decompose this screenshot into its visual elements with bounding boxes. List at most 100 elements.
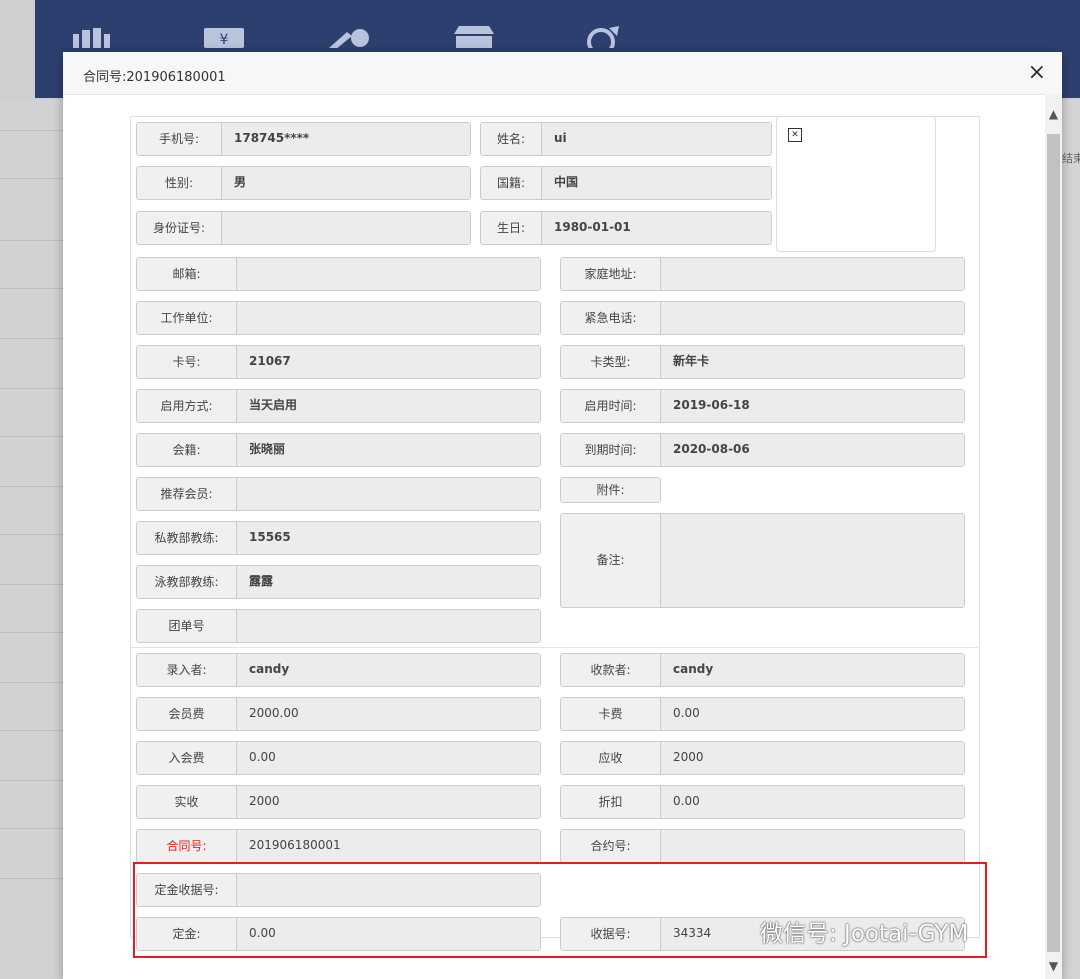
discount-field: 折扣 0.00: [560, 785, 965, 819]
referrer-field: 推荐会员:: [136, 477, 541, 511]
emergency-phone-label: 紧急电话:: [561, 302, 661, 334]
phone-field: 手机号: 178745****: [136, 122, 471, 156]
emergency-phone-field: 紧急电话:: [560, 301, 965, 335]
card-fee-value[interactable]: 0.00: [661, 698, 964, 730]
card-type-label: 卡类型:: [561, 346, 661, 378]
name-label: 姓名:: [481, 123, 542, 155]
nationality-label: 国籍:: [481, 167, 542, 199]
card-no-value[interactable]: 21067: [237, 346, 540, 378]
expiry-field: 到期时间: 2020-08-06: [560, 433, 965, 467]
swim-coach-field: 泳教部教练: 露露: [136, 565, 541, 599]
receivable-value[interactable]: 2000: [661, 742, 964, 774]
scrollbar-thumb[interactable]: [1047, 134, 1060, 952]
name-value[interactable]: ui: [542, 123, 771, 155]
group-no-value[interactable]: [237, 610, 540, 642]
member-fee-value[interactable]: 2000.00: [237, 698, 540, 730]
pt-coach-field: 私教部教练: 15565: [136, 521, 541, 555]
gender-value[interactable]: 男: [222, 167, 470, 199]
agreement-no-value[interactable]: [661, 830, 964, 862]
notes-value[interactable]: [661, 514, 964, 607]
received-field: 实收 2000: [136, 785, 541, 819]
entered-by-value[interactable]: candy: [237, 654, 540, 686]
contract-modal: 合同号:201906180001 × ▲ ▼ ✕ 手机号: 178745****…: [63, 52, 1062, 979]
birthday-field: 生日: 1980-01-01: [480, 211, 772, 245]
membership-value[interactable]: 张晓丽: [237, 434, 540, 466]
birthday-value[interactable]: 1980-01-01: [542, 212, 771, 244]
notes-label: 备注:: [561, 514, 661, 607]
member-photo[interactable]: ✕: [776, 116, 936, 252]
collector-value[interactable]: candy: [661, 654, 964, 686]
phone-value[interactable]: 178745****: [222, 123, 470, 155]
activation-date-field: 启用时间: 2019-06-18: [560, 389, 965, 423]
id-number-field: 身份证号:: [136, 211, 471, 245]
contract-no-label: 合同号:: [137, 830, 237, 862]
membership-field: 会籍: 张晓丽: [136, 433, 541, 467]
background-text: 结束: [1062, 152, 1080, 165]
card-no-field: 卡号: 21067: [136, 345, 541, 379]
email-label: 邮箱:: [137, 258, 237, 290]
collector-label: 收款者:: [561, 654, 661, 686]
modal-title: 合同号:201906180001: [83, 70, 226, 85]
books-icon[interactable]: [73, 24, 119, 48]
receivable-label: 应收: [561, 742, 661, 774]
card-type-value[interactable]: 新年卡: [661, 346, 964, 378]
scroll-up-icon[interactable]: ▲: [1045, 106, 1062, 123]
join-fee-field: 入会费 0.00: [136, 741, 541, 775]
received-label: 实收: [137, 786, 237, 818]
phone-label: 手机号:: [137, 123, 222, 155]
email-value[interactable]: [237, 258, 540, 290]
card-fee-field: 卡费 0.00: [560, 697, 965, 731]
employer-label: 工作单位:: [137, 302, 237, 334]
swim-coach-value[interactable]: 露露: [237, 566, 540, 598]
received-value[interactable]: 2000: [237, 786, 540, 818]
store-icon[interactable]: [451, 24, 497, 48]
pt-coach-value[interactable]: 15565: [237, 522, 540, 554]
discount-value[interactable]: 0.00: [661, 786, 964, 818]
close-icon[interactable]: ×: [1028, 61, 1046, 85]
address-value[interactable]: [661, 258, 964, 290]
agreement-no-field: 合约号:: [560, 829, 965, 863]
id-number-label: 身份证号:: [137, 212, 222, 244]
broken-image-icon: ✕: [788, 128, 802, 142]
gender-label: 性别:: [137, 167, 222, 199]
expiry-value[interactable]: 2020-08-06: [661, 434, 964, 466]
wrench-icon[interactable]: [579, 24, 625, 48]
activation-date-label: 启用时间:: [561, 390, 661, 422]
birthday-label: 生日:: [481, 212, 542, 244]
scroll-down-icon[interactable]: ▼: [1045, 958, 1062, 975]
activation-date-value[interactable]: 2019-06-18: [661, 390, 964, 422]
background-list: [0, 100, 64, 979]
receivable-field: 应收 2000: [560, 741, 965, 775]
gender-field: 性别: 男: [136, 166, 471, 200]
swim-coach-label: 泳教部教练:: [137, 566, 237, 598]
background-right-panel: 结束: [1062, 100, 1080, 979]
money-icon[interactable]: ¥: [202, 24, 248, 48]
attachment-field: 附件:: [560, 477, 661, 503]
member-fee-field: 会员费 2000.00: [136, 697, 541, 731]
expiry-label: 到期时间:: [561, 434, 661, 466]
emergency-phone-value[interactable]: [661, 302, 964, 334]
referrer-value[interactable]: [237, 478, 540, 510]
nationality-value[interactable]: 中国: [542, 167, 771, 199]
entered-by-label: 录入者:: [137, 654, 237, 686]
name-field: 姓名: ui: [480, 122, 772, 156]
id-number-value[interactable]: [222, 212, 470, 244]
pen-icon[interactable]: [327, 24, 373, 48]
contract-no-value[interactable]: 201906180001: [237, 830, 540, 862]
employer-value[interactable]: [237, 302, 540, 334]
activation-value[interactable]: 当天启用: [237, 390, 540, 422]
discount-label: 折扣: [561, 786, 661, 818]
modal-scrollbar[interactable]: ▲ ▼: [1045, 94, 1062, 979]
card-no-label: 卡号:: [137, 346, 237, 378]
join-fee-label: 入会费: [137, 742, 237, 774]
activation-field: 启用方式: 当天启用: [136, 389, 541, 423]
address-field: 家庭地址:: [560, 257, 965, 291]
group-no-label: 团单号: [137, 610, 237, 642]
activation-label: 启用方式:: [137, 390, 237, 422]
join-fee-value[interactable]: 0.00: [237, 742, 540, 774]
nationality-field: 国籍: 中国: [480, 166, 772, 200]
entered-by-field: 录入者: candy: [136, 653, 541, 687]
attachment-label[interactable]: 附件:: [561, 478, 660, 502]
pt-coach-label: 私教部教练:: [137, 522, 237, 554]
watermark: 微信号: Jootai-GYM: [760, 921, 969, 947]
